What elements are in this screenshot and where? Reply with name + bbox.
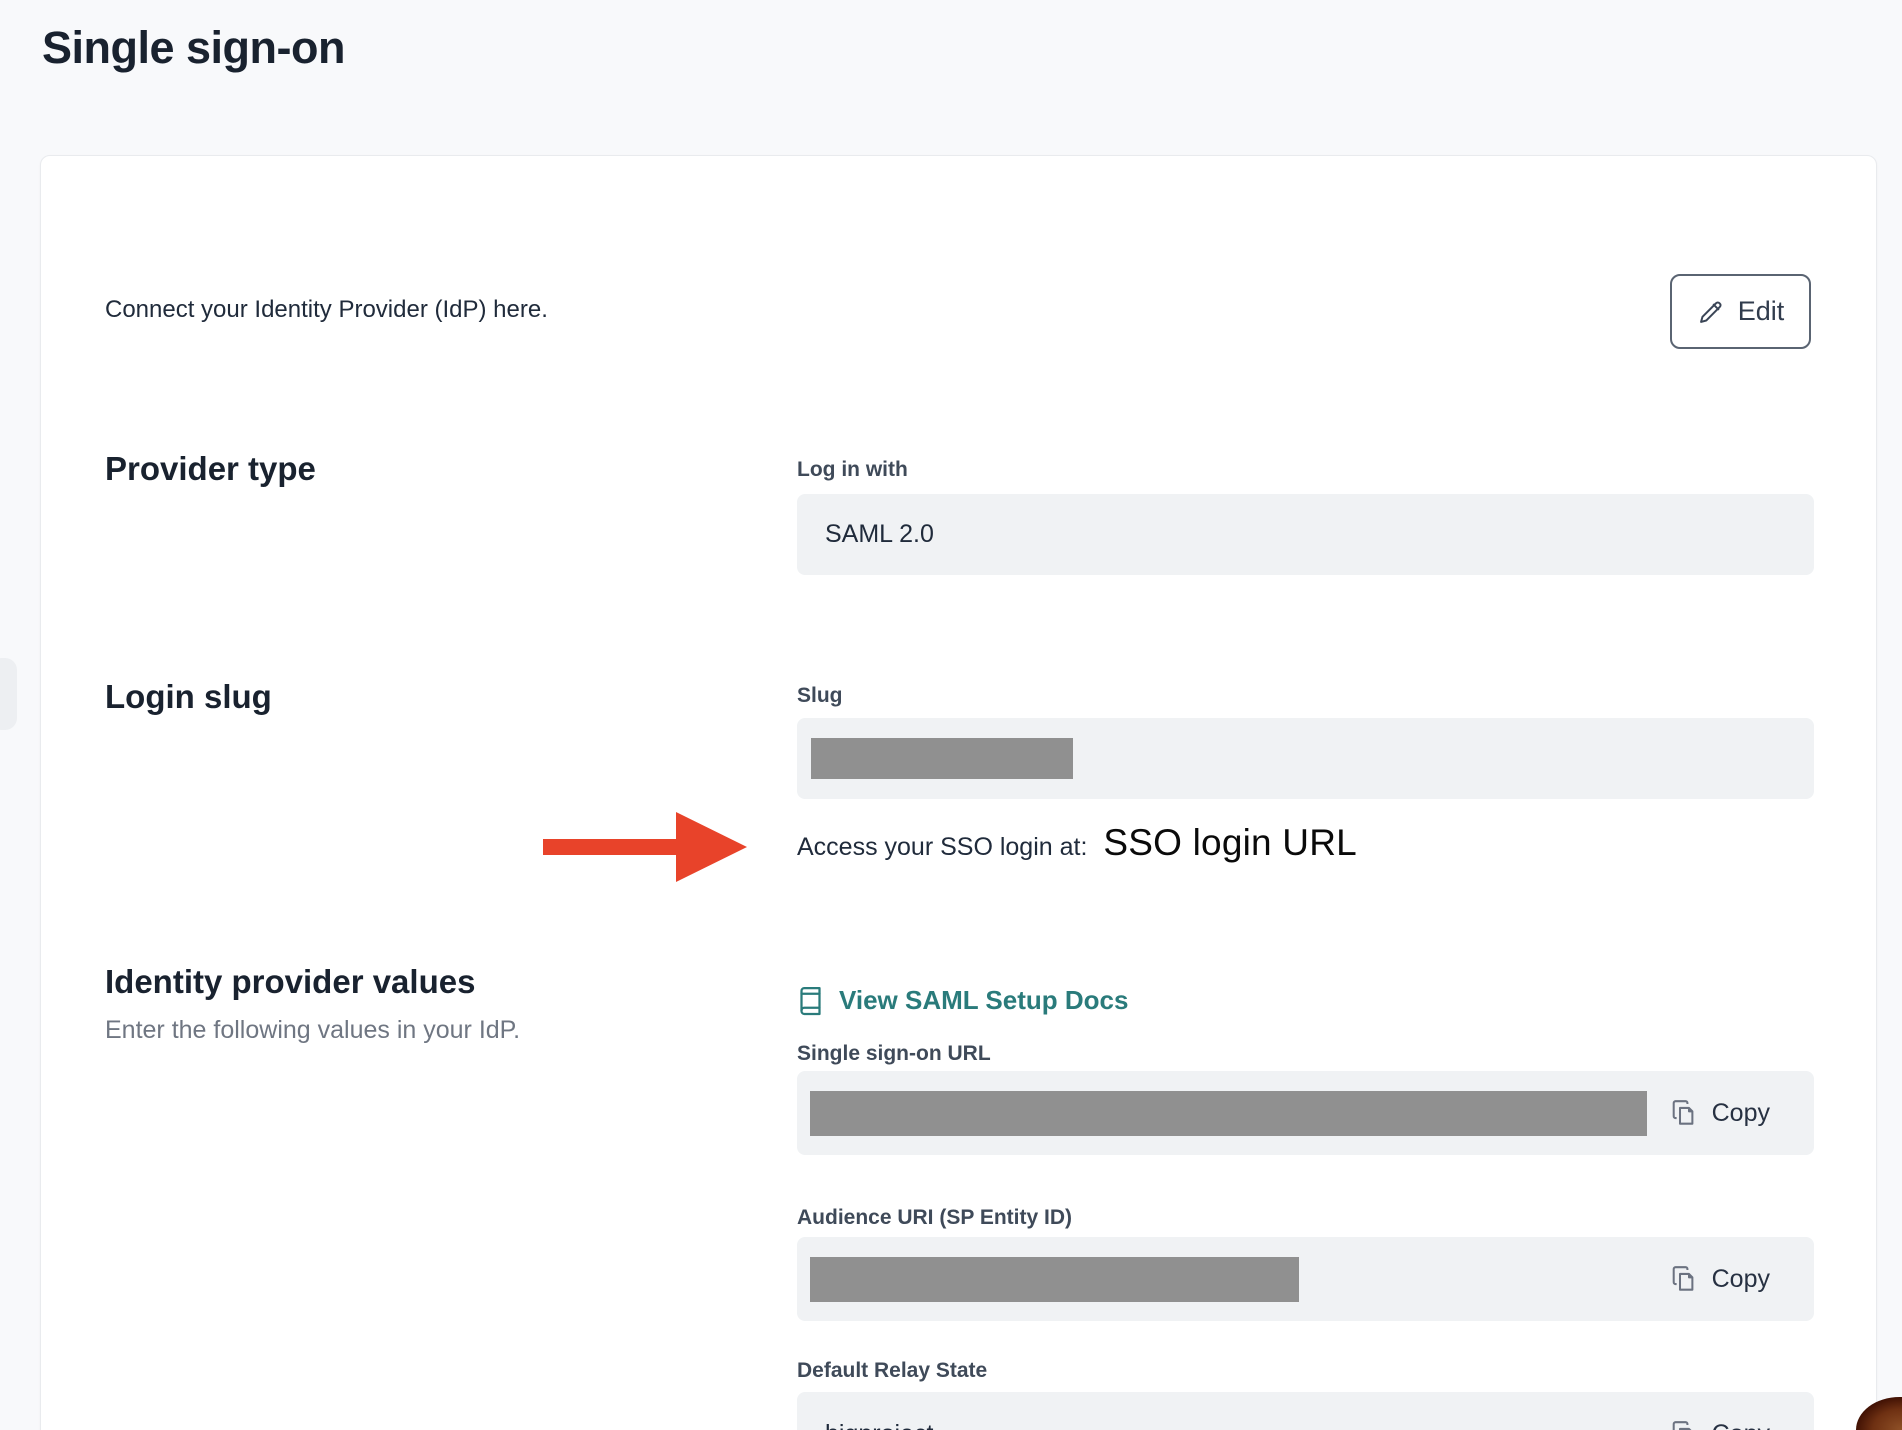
sso-settings-page: Single sign-on Connect your Identity Pro… xyxy=(0,0,1902,1430)
redacted-slug-value xyxy=(811,738,1073,779)
redacted-audience-uri-value xyxy=(810,1257,1299,1302)
provider-type-value: SAML 2.0 xyxy=(825,520,934,549)
default-relay-state-field: bigproject Copy xyxy=(797,1392,1814,1430)
provider-type-field: SAML 2.0 xyxy=(797,494,1814,575)
edit-button-label: Edit xyxy=(1738,296,1785,327)
slug-label: Slug xyxy=(797,684,843,708)
edit-button[interactable]: Edit xyxy=(1670,274,1811,349)
access-login-line: Access your SSO login at: SSO login URL xyxy=(797,822,1357,864)
red-arrow-shaft xyxy=(543,839,677,855)
copy-sso-url-button[interactable]: Copy xyxy=(1671,1098,1770,1128)
red-arrow xyxy=(543,812,747,882)
login-slug-heading: Login slug xyxy=(105,678,272,716)
side-drawer-handle[interactable] xyxy=(0,658,17,730)
default-relay-state-label: Default Relay State xyxy=(797,1359,987,1383)
book-icon xyxy=(797,986,824,1016)
copy-icon xyxy=(1671,1419,1698,1430)
copy-icon xyxy=(1671,1264,1698,1294)
red-arrow-head xyxy=(676,812,747,882)
provider-type-heading: Provider type xyxy=(105,450,316,488)
idp-values-heading: Identity provider values xyxy=(105,963,475,1001)
audience-uri-label: Audience URI (SP Entity ID) xyxy=(797,1206,1072,1230)
copy-label: Copy xyxy=(1712,1420,1770,1430)
copy-label: Copy xyxy=(1712,1099,1770,1128)
copy-label: Copy xyxy=(1712,1265,1770,1294)
idp-values-subheading: Enter the following values in your IdP. xyxy=(105,1016,520,1045)
copy-icon xyxy=(1671,1098,1698,1128)
view-saml-docs-link[interactable]: View SAML Setup Docs xyxy=(797,985,1128,1016)
slug-field xyxy=(797,718,1814,799)
page-title: Single sign-on xyxy=(42,22,345,74)
copy-audience-uri-button[interactable]: Copy xyxy=(1671,1264,1770,1294)
audience-uri-field: Copy xyxy=(797,1237,1814,1321)
intro-text: Connect your Identity Provider (IdP) her… xyxy=(105,296,548,324)
redacted-sso-url-value xyxy=(810,1091,1647,1136)
copy-relay-state-button[interactable]: Copy xyxy=(1671,1419,1770,1430)
default-relay-state-value: bigproject xyxy=(825,1420,933,1430)
access-text: Access your SSO login at: xyxy=(797,833,1087,862)
sso-url-field: Copy xyxy=(797,1071,1814,1155)
sso-login-url-annotation: SSO login URL xyxy=(1103,822,1357,864)
login-with-label: Log in with xyxy=(797,458,908,482)
view-saml-docs-label: View SAML Setup Docs xyxy=(839,985,1128,1016)
sso-url-label: Single sign-on URL xyxy=(797,1042,991,1066)
pencil-icon xyxy=(1697,298,1725,326)
